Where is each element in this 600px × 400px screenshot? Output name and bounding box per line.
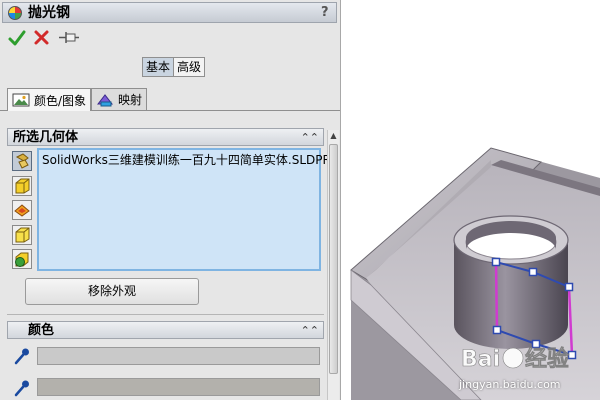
feature-filter-button[interactable]: [12, 225, 32, 245]
tab-mapping[interactable]: 映射: [91, 88, 148, 110]
scroll-thumb[interactable]: [329, 144, 338, 374]
pushpin-icon: [59, 32, 79, 43]
cylinder-boss: [453, 215, 569, 349]
model-render: Bai 经验: [350, 147, 600, 400]
help-button[interactable]: ?: [321, 4, 329, 22]
list-item[interactable]: SolidWorks三维建模训练一百九十四简单实体.SLDPRT: [42, 152, 337, 168]
mapping-icon: [96, 93, 114, 106]
selected-geometry-header[interactable]: 所选几何体 ⌃⌃: [7, 128, 324, 146]
eyedropper-icon: [14, 348, 29, 365]
collapse-icon[interactable]: ⌃⌃: [301, 322, 319, 339]
image-icon: [12, 93, 30, 107]
advanced-mode-button[interactable]: 高级: [174, 58, 205, 76]
color-swatch-secondary[interactable]: [37, 378, 320, 396]
scroll-up-arrow-icon[interactable]: ▲: [328, 130, 339, 142]
group-title: 所选几何体: [13, 130, 79, 145]
panel-title: 抛光钢: [28, 5, 70, 21]
cancel-button[interactable]: [32, 28, 52, 48]
body-filter-icon: [15, 252, 29, 267]
selected-geometry-list[interactable]: SolidWorks三维建模训练一百九十四简单实体.SLDPRT: [37, 148, 337, 271]
mode-toggle: 基本 高级: [142, 57, 206, 77]
basic-mode-button[interactable]: 基本: [143, 58, 175, 76]
eyedropper-button[interactable]: [12, 378, 32, 398]
collapse-icon[interactable]: ⌃⌃: [301, 129, 319, 146]
close-icon: [34, 30, 49, 45]
part-filter-button[interactable]: [12, 151, 32, 171]
baidu-watermark-logo: Bai 经验: [461, 346, 570, 373]
remove-appearance-button[interactable]: 移除外观: [25, 278, 199, 305]
eyedropper-button[interactable]: [12, 346, 32, 366]
surface-filter-button[interactable]: [12, 200, 32, 220]
watermark-url: jingyan.baidu.com: [459, 378, 561, 391]
part-filter-icon: [15, 153, 29, 169]
tab-label: 颜色/图象: [34, 93, 87, 108]
check-icon: [8, 30, 26, 46]
surface-filter-icon: [14, 204, 30, 217]
svg-text:Bai: Bai: [461, 347, 500, 372]
eyedropper-icon: [14, 380, 29, 397]
svg-text:经验: 经验: [525, 346, 569, 372]
pin-button[interactable]: [58, 28, 79, 48]
tab-color-image[interactable]: 颜色/图象: [7, 88, 92, 111]
appearance-icon: [8, 6, 22, 20]
group-divider: [7, 314, 324, 315]
group-title: 颜色: [28, 323, 55, 338]
tab-label: 映射: [118, 93, 143, 107]
color-swatch-primary[interactable]: [37, 347, 320, 365]
graphics-viewport[interactable]: Bai 经验 jingyan.baidu.com: [341, 0, 600, 400]
panel-scrollbar[interactable]: ▲: [327, 130, 339, 400]
feature-filter-icon: [15, 227, 30, 243]
face-filter-icon: [15, 178, 30, 194]
body-filter-button[interactable]: [12, 249, 32, 269]
property-manager-panel: 抛光钢 ? 基本 高级 颜色/图象 映射 所选几何体 ⌃⌃ SolidWorks…: [0, 0, 341, 400]
ok-button[interactable]: [7, 28, 27, 48]
panel-titlebar: 抛光钢 ?: [2, 2, 337, 23]
face-filter-button[interactable]: [12, 176, 32, 196]
color-group-header[interactable]: 颜色 ⌃⌃: [7, 321, 324, 339]
